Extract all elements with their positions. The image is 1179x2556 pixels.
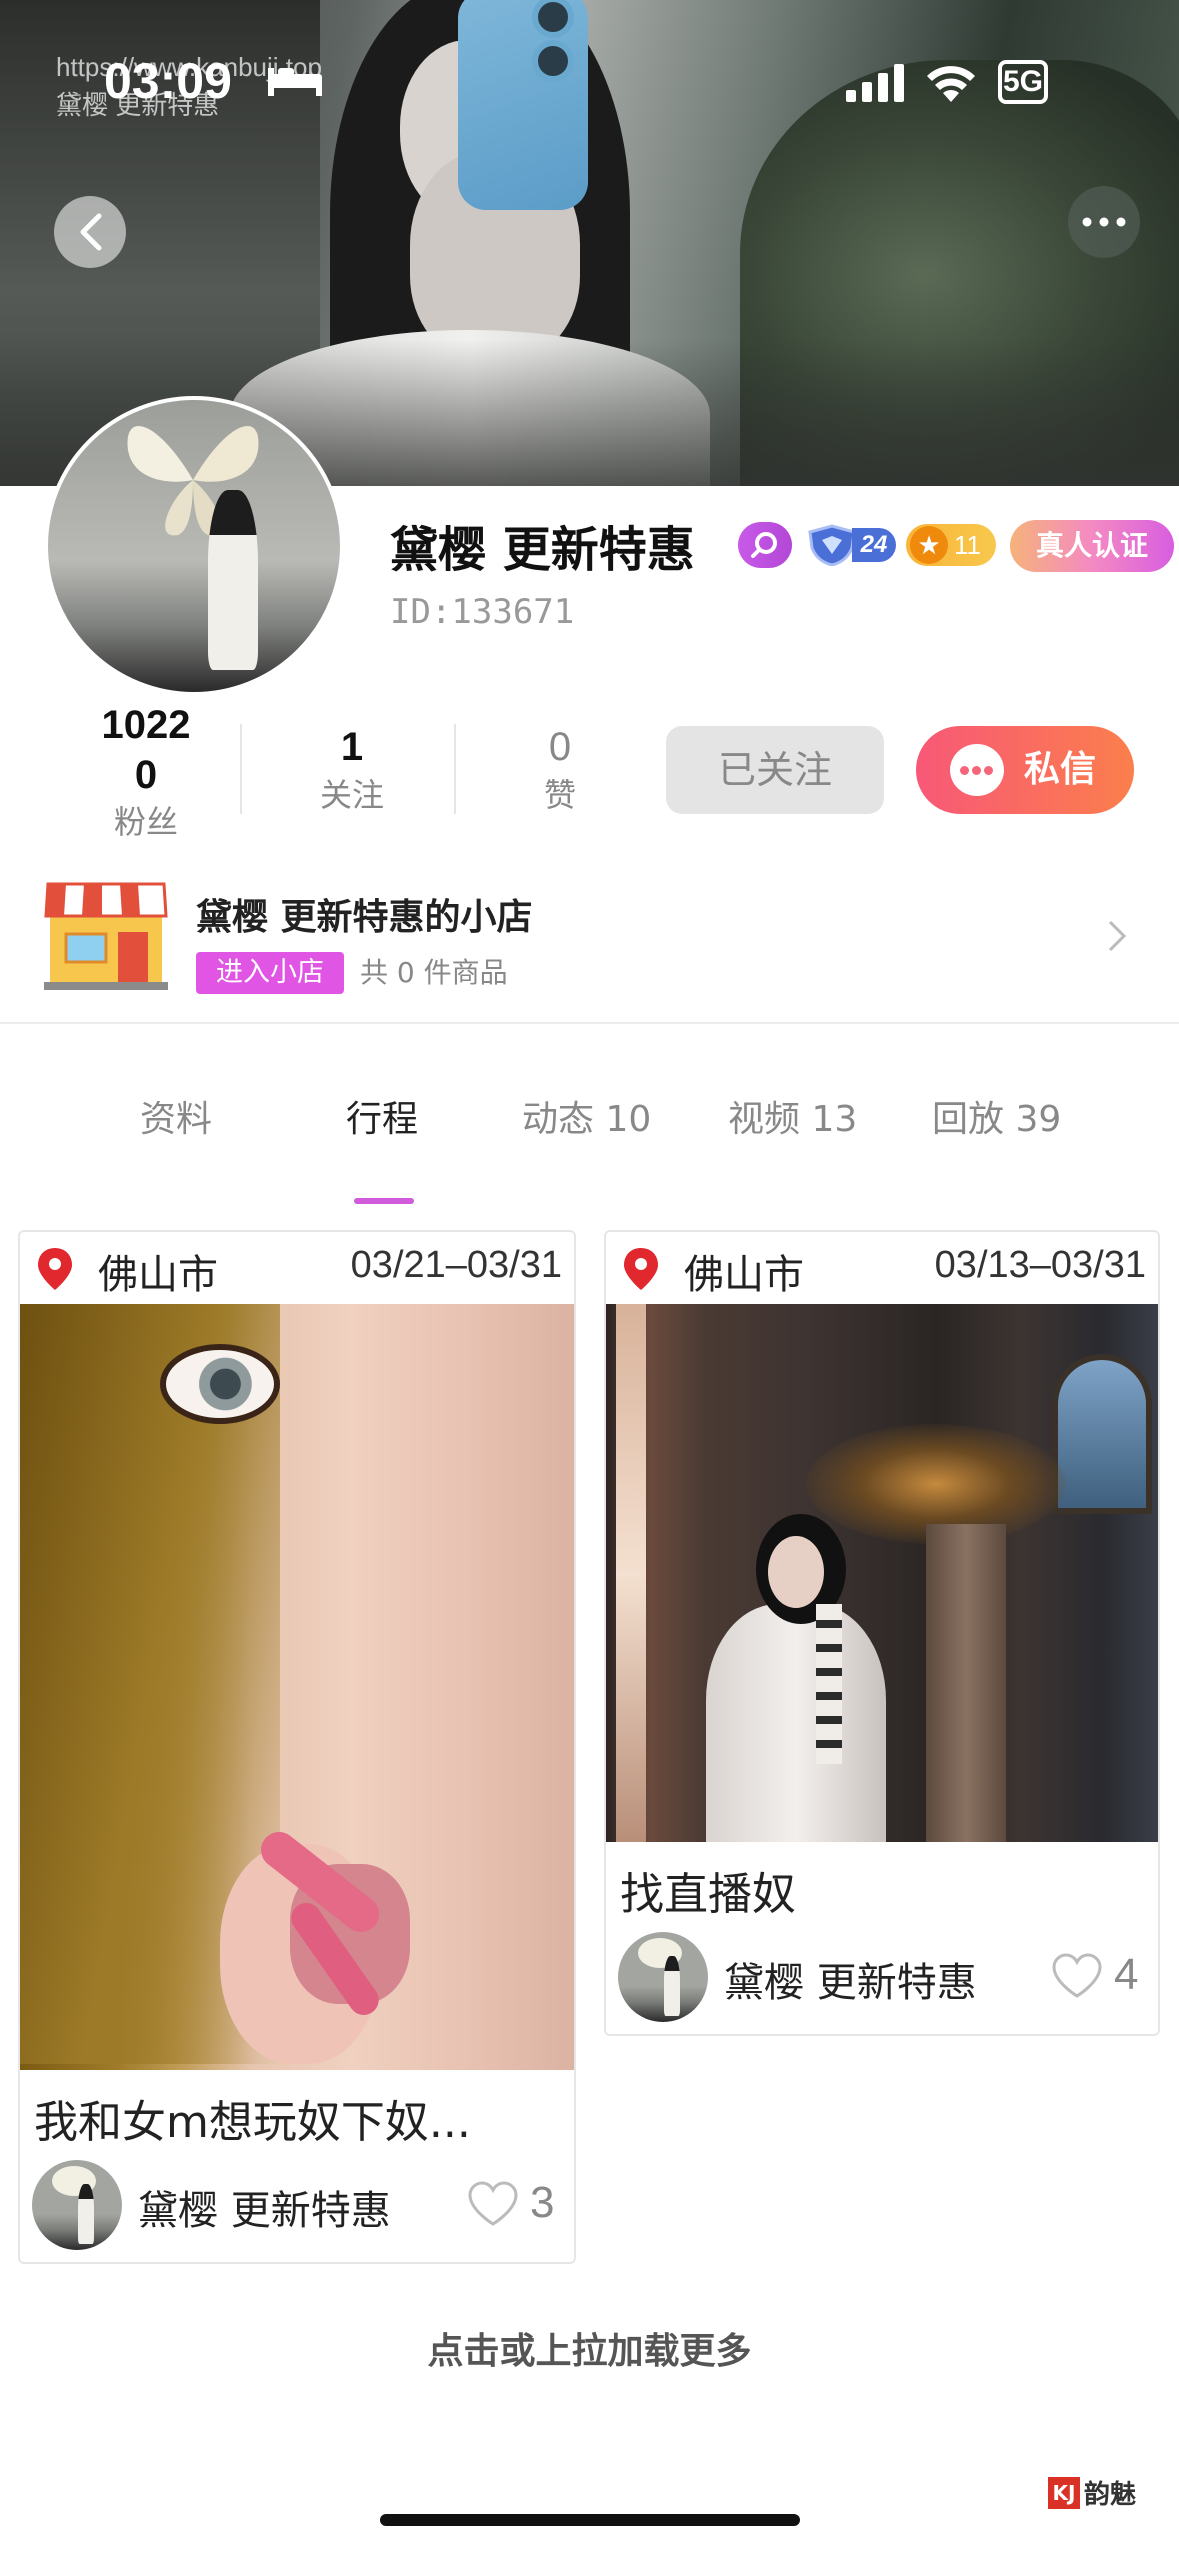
- more-dots-icon: [1082, 217, 1126, 227]
- more-options-button[interactable]: [1068, 186, 1140, 258]
- private-message-button[interactable]: 私信: [916, 726, 1134, 814]
- following-count: 1: [340, 725, 364, 769]
- fans-label: 粉丝: [113, 803, 178, 841]
- sleep-focus-icon: [268, 68, 322, 96]
- fans-count: 1022 0: [101, 703, 191, 797]
- trip-card[interactable]: 佛山市 03/13–03/31 找直播奴 黛樱 更新特惠 4: [604, 1230, 1160, 2036]
- likes-label: 赞: [543, 776, 576, 814]
- trip-location-bar: 佛山市 03/21–03/31: [20, 1232, 574, 1304]
- likes-count: 0: [548, 725, 572, 769]
- enter-shop-button[interactable]: 进入小店: [196, 952, 344, 994]
- likes-stat[interactable]: 0 赞: [480, 722, 640, 818]
- shop-title[interactable]: 黛樱 更新特惠的小店: [196, 888, 533, 940]
- tab-videos[interactable]: 视频 13: [728, 1090, 857, 1142]
- chevron-right-icon[interactable]: [1104, 916, 1130, 956]
- star-icon: ★: [910, 526, 948, 564]
- section-divider: [0, 1022, 1179, 1024]
- location-pin-icon: [38, 1248, 72, 1290]
- heart-icon[interactable]: [1050, 1952, 1104, 2000]
- goods-count: 共 0 件商品: [360, 956, 508, 989]
- search-badge[interactable]: [738, 522, 792, 568]
- star-level-value: 11: [954, 530, 981, 560]
- trip-photo[interactable]: [20, 1304, 574, 2070]
- like-count: 4: [1114, 1950, 1139, 1999]
- wifi-icon: [927, 66, 975, 102]
- author-name: 黛樱 更新特惠: [724, 1960, 977, 2006]
- status-time: 03:09: [104, 53, 232, 109]
- user-id: ID:133671: [390, 592, 575, 632]
- trip-card[interactable]: 佛山市 03/21–03/31 我和女m想玩奴下奴... 黛樱 更新特惠 3: [18, 1230, 576, 2264]
- heart-icon[interactable]: [466, 2180, 520, 2228]
- following-stat[interactable]: 1 关注: [272, 722, 432, 818]
- location-pin-icon: [624, 1248, 658, 1290]
- cellular-signal-icon: [846, 64, 904, 102]
- vip-level-badge: 24: [806, 524, 896, 566]
- diamond-shield-icon: [808, 524, 856, 566]
- trip-title: 我和女m想玩奴下奴...: [34, 2097, 471, 2148]
- trip-city: 佛山市: [98, 1252, 218, 1298]
- trip-photo[interactable]: [606, 1304, 1158, 1842]
- network-type-badge: 5G: [998, 60, 1048, 104]
- app-logo: KJ 韵魅: [1048, 2474, 1136, 2511]
- logo-text: 韵魅: [1084, 2480, 1137, 2510]
- author-avatar[interactable]: [32, 2160, 122, 2250]
- active-tab-indicator: [354, 1198, 414, 1204]
- profile-name: 黛樱 更新特惠: [390, 522, 695, 578]
- stats-divider: [240, 724, 242, 814]
- tab-posts[interactable]: 动态 10: [522, 1090, 651, 1142]
- chat-bubble-icon: [950, 744, 1004, 796]
- following-status-button[interactable]: 已关注: [666, 726, 884, 814]
- star-level-badge: ★ 11: [906, 524, 996, 566]
- author-avatar[interactable]: [618, 1932, 708, 2022]
- trip-city: 佛山市: [684, 1252, 804, 1298]
- following-label: 关注: [319, 776, 384, 814]
- real-person-verified-badge: 真人认证: [1010, 520, 1174, 572]
- back-button[interactable]: [54, 196, 126, 268]
- logo-mark: KJ: [1048, 2476, 1080, 2509]
- profile-avatar[interactable]: [44, 396, 344, 696]
- trip-title: 找直播奴: [620, 1869, 796, 1920]
- storefront-icon: [44, 882, 168, 990]
- stats-divider: [454, 724, 456, 814]
- search-icon: [751, 532, 777, 558]
- tab-replays[interactable]: 回放 39: [932, 1090, 1061, 1142]
- load-more-button[interactable]: 点击或上拉加载更多: [0, 2322, 1179, 2374]
- tab-itinerary[interactable]: 行程: [346, 1090, 418, 1142]
- like-count: 3: [530, 2178, 555, 2227]
- trip-dates: 03/21–03/31: [350, 1244, 562, 1286]
- private-message-label: 私信: [1024, 749, 1097, 790]
- trip-dates: 03/13–03/31: [934, 1244, 1146, 1286]
- author-name: 黛樱 更新特惠: [138, 2188, 391, 2234]
- home-indicator[interactable]: [380, 2514, 800, 2526]
- vip-level-value: 24: [852, 528, 896, 562]
- fans-stat[interactable]: 1022 0 粉丝: [66, 700, 226, 844]
- chevron-left-icon: [80, 213, 102, 251]
- trip-location-bar: 佛山市 03/13–03/31: [606, 1232, 1158, 1304]
- tab-profile-info[interactable]: 资料: [140, 1090, 212, 1142]
